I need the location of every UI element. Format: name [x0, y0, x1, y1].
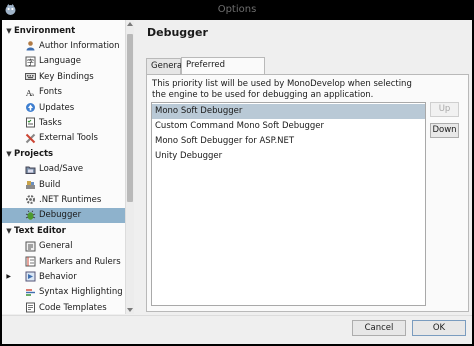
sidebar-item-general[interactable]: General	[2, 239, 125, 254]
sidebar-item-tasks[interactable]: Tasks	[2, 115, 125, 130]
sidebar-category-environment[interactable]: ▼ Environment	[2, 23, 125, 38]
sidebar-item-label: External Tools	[39, 133, 98, 144]
sidebar-item-label: Behavior	[39, 271, 77, 282]
options-window: Options ▼ Environment Author Information 字 L…	[0, 0, 474, 346]
scroll-thumb[interactable]	[127, 34, 133, 202]
scroll-up-arrow-icon[interactable]	[127, 22, 133, 26]
sidebar-item-label: Markers and Rulers	[39, 256, 121, 267]
sidebar-category-projects[interactable]: ▼ Projects	[2, 146, 125, 161]
tab-general[interactable]: General	[146, 58, 185, 74]
templates-icon	[25, 302, 36, 313]
general-icon	[25, 241, 36, 252]
list-item[interactable]: Unity Debugger	[152, 149, 425, 164]
markers-icon	[25, 256, 36, 267]
sidebar-item-label: Key Bindings	[39, 71, 94, 82]
updates-icon	[25, 102, 36, 113]
behavior-icon	[25, 271, 36, 282]
sidebar-item-label: .NET Runtimes	[39, 194, 102, 205]
sidebar-item-label: Author Information	[39, 40, 120, 51]
sidebar-item-label: Projects	[14, 148, 54, 159]
sidebar-item-net-runtimes[interactable]: .NET Runtimes	[2, 192, 125, 207]
sidebar-category-text-editor[interactable]: ▼ Text Editor	[2, 223, 125, 238]
sidebar-item-label: Updates	[39, 102, 75, 113]
options-tree: ▼ Environment Author Information 字 Language K…	[2, 20, 126, 314]
person-icon	[25, 40, 36, 51]
priority-description: This priority list will be used by MonoD…	[152, 79, 412, 100]
title-bar[interactable]: Options	[0, 0, 474, 20]
debugger-list[interactable]: Mono Soft Debugger Custom Command Mono S…	[151, 102, 426, 306]
sidebar-item-label: Text Editor	[14, 225, 66, 236]
sidebar-item-code-templates[interactable]: Code Templates	[2, 300, 125, 314]
sidebar-item-label: Language	[39, 56, 81, 67]
sidebar-item-label: Build	[39, 179, 61, 190]
debugger-icon	[25, 210, 36, 221]
preferred-debuggers-panel: This priority list will be used by MonoD…	[146, 74, 469, 312]
ok-button[interactable]: OK	[412, 320, 466, 336]
cancel-button[interactable]: Cancel	[352, 320, 406, 336]
load-save-icon	[25, 164, 36, 175]
expand-arrow-icon[interactable]: ▼	[4, 227, 14, 235]
up-button[interactable]: Up	[430, 102, 459, 117]
tree-scrollbar[interactable]	[126, 20, 134, 314]
sidebar-item-behavior[interactable]: ▶ Behavior	[2, 269, 125, 284]
options-content: Debugger General Preferred Debuggers Thi…	[137, 20, 472, 314]
sidebar-item-build[interactable]: Build	[2, 177, 125, 192]
sidebar-item-label: Debugger	[39, 210, 82, 221]
svg-text:a: a	[31, 92, 34, 98]
sidebar-item-label: Fonts	[39, 87, 62, 98]
build-icon	[25, 179, 36, 190]
sidebar-item-load-save[interactable]: Load/Save	[2, 162, 125, 177]
expand-arrow-icon[interactable]: ▼	[4, 27, 14, 35]
sidebar-item-external-tools[interactable]: External Tools	[2, 131, 125, 146]
sidebar-item-label: Load/Save	[39, 164, 84, 175]
sidebar-item-language[interactable]: 字 Language	[2, 54, 125, 69]
down-button[interactable]: Down	[430, 123, 459, 138]
sidebar-item-key-bindings[interactable]: Key Bindings	[2, 69, 125, 84]
keyboard-icon	[25, 71, 36, 82]
tools-icon	[25, 133, 36, 144]
expand-arrow-icon[interactable]: ▼	[4, 150, 14, 158]
page-title: Debugger	[147, 26, 208, 39]
syntax-icon	[25, 287, 36, 298]
sidebar-item-fonts[interactable]: Aa Fonts	[2, 85, 125, 100]
runtime-icon	[25, 194, 36, 205]
scroll-down-arrow-icon[interactable]	[127, 308, 133, 312]
language-icon: 字	[25, 56, 36, 67]
tasks-icon	[25, 117, 36, 128]
window-title: Options	[217, 4, 257, 15]
sidebar-item-author-information[interactable]: Author Information	[2, 38, 125, 53]
sidebar-item-label: Environment	[14, 25, 76, 36]
sidebar-item-label: General	[39, 241, 73, 252]
tab-preferred-debuggers[interactable]: Preferred Debuggers	[181, 57, 265, 85]
sidebar-item-syntax-highlighting[interactable]: Syntax Highlighting	[2, 285, 125, 300]
list-item[interactable]: Custom Command Mono Soft Debugger	[152, 119, 425, 134]
sidebar-item-debugger[interactable]: Debugger	[2, 207, 125, 223]
list-item[interactable]: Mono Soft Debugger	[152, 104, 425, 119]
collapse-arrow-icon[interactable]: ▶	[2, 273, 14, 280]
sidebar-item-label: Tasks	[39, 117, 62, 128]
sidebar-item-markers-and-rulers[interactable]: Markers and Rulers	[2, 254, 125, 269]
sidebar-item-label: Syntax Highlighting	[39, 287, 123, 298]
dialog-body: ▼ Environment Author Information 字 Language K…	[2, 20, 472, 344]
footer-divider	[2, 315, 472, 316]
svg-text:字: 字	[27, 57, 34, 66]
sidebar-item-updates[interactable]: Updates	[2, 100, 125, 115]
list-item[interactable]: Mono Soft Debugger for ASP.NET	[152, 134, 425, 149]
sidebar-item-label: Code Templates	[39, 302, 107, 313]
font-icon: Aa	[25, 87, 36, 98]
